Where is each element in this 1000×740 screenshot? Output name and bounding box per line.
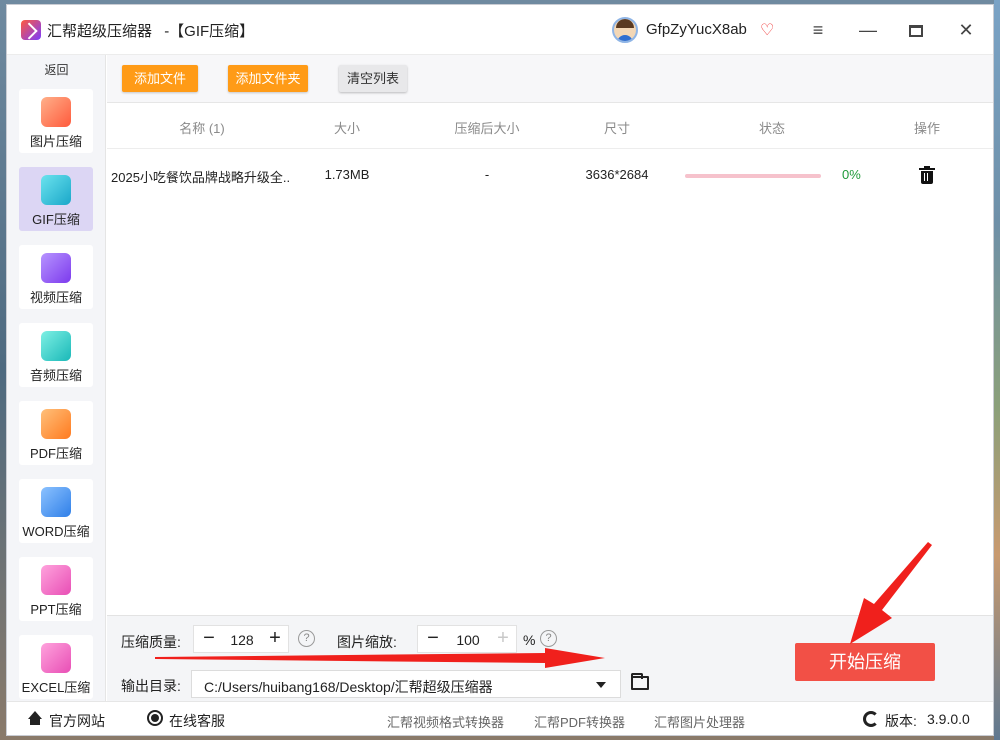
sidebar-item-pdf[interactable]: PDF压缩: [19, 401, 93, 465]
audio-icon: [41, 331, 71, 361]
status-bar: 官方网站 在线客服 汇帮视频格式转换器 汇帮PDF转换器 汇帮图片处理器 版本:…: [7, 701, 993, 735]
sidebar-item-video[interactable]: 视频压缩: [19, 245, 93, 309]
video-converter-link[interactable]: 汇帮视频格式转换器: [387, 712, 504, 731]
toolbar: 添加文件 添加文件夹 清空列表: [107, 55, 993, 103]
column-header-dimensions[interactable]: 尺寸: [577, 118, 657, 137]
desktop-background: [994, 0, 1000, 740]
sidebar-item-ppt[interactable]: PPT压缩: [19, 557, 93, 621]
sidebar-item-gif[interactable]: GIF压缩: [19, 167, 93, 231]
compressed-size-cell: -: [484, 167, 490, 182]
dimensions-cell: 3636*2684: [585, 167, 649, 182]
image-processor-link[interactable]: 汇帮图片处理器: [654, 712, 745, 731]
table-row[interactable]: 2025小吃餐饮品牌战略升级全... 1.73MB - 3636*2684 0%: [107, 150, 993, 200]
image-icon: [41, 97, 71, 127]
sidebar-item-image[interactable]: 图片压缩: [19, 89, 93, 153]
progress-percent: 0%: [842, 167, 861, 182]
column-header-name[interactable]: 名称 (1): [147, 118, 257, 137]
column-header-status: 状态: [758, 121, 785, 136]
sidebar-item-label: GIF压缩: [32, 212, 80, 227]
sidebar-item-label: PDF压缩: [29, 446, 82, 461]
sidebar-item-word[interactable]: WORD压缩: [19, 479, 93, 543]
ppt-icon: [41, 565, 71, 595]
quality-help-icon[interactable]: ?: [298, 630, 315, 647]
back-button[interactable]: 返回: [7, 61, 106, 78]
add-file-button[interactable]: 添加文件: [122, 65, 198, 92]
app-logo-icon: [21, 20, 41, 40]
output-dir-label: 输出目录:: [121, 678, 181, 694]
avatar[interactable]: [612, 17, 638, 43]
progress-bar: [685, 174, 821, 178]
customer-service-icon: [147, 710, 163, 726]
file-table-header: 名称 (1) 大小 压缩后大小 尺寸 状态 操作: [107, 103, 993, 149]
window-title: 汇帮超级压缩器 -【GIF压缩】: [47, 20, 254, 41]
vip-diamond-icon[interactable]: ♡: [760, 20, 774, 40]
refresh-icon[interactable]: [863, 711, 879, 727]
file-size-cell: 1.73MB: [324, 167, 370, 182]
chevron-down-icon[interactable]: [596, 682, 606, 688]
title-suffix: -【GIF压缩】: [164, 23, 255, 40]
word-icon: [41, 487, 71, 517]
pdf-converter-link[interactable]: 汇帮PDF转换器: [534, 712, 625, 731]
menu-icon[interactable]: ≡: [805, 17, 831, 43]
app-name: 汇帮超级压缩器: [47, 23, 153, 40]
sidebar-item-label: PPT压缩: [30, 602, 82, 617]
folder-open-icon[interactable]: [631, 673, 649, 690]
sidebar-item-label: 图片压缩: [29, 134, 82, 149]
user-name[interactable]: GfpZyYucX8ab: [646, 21, 747, 38]
scale-help-icon[interactable]: ?: [540, 630, 557, 647]
sidebar: 返回 图片压缩 GIF压缩 视频压缩 音频压缩 PDF压缩 WORD压缩 PPT…: [7, 55, 106, 701]
title-bar: 汇帮超级压缩器 -【GIF压缩】 GfpZyYucX8ab ♡ ≡ — ✕: [7, 5, 993, 55]
sidebar-item-audio[interactable]: 音频压缩: [19, 323, 93, 387]
version-number: 3.9.0.0: [927, 711, 970, 727]
sidebar-item-label: 视频压缩: [29, 290, 82, 305]
file-name-cell: 2025小吃餐饮品牌战略升级全...: [111, 170, 291, 185]
sidebar-item-label: EXCEL压缩: [21, 680, 91, 695]
column-header-compressed-size[interactable]: 压缩后大小: [437, 118, 537, 137]
output-dir-select[interactable]: C:/Users/huibang168/Desktop/汇帮超级压缩器: [191, 670, 621, 698]
official-website-link[interactable]: 官方网站: [49, 711, 105, 731]
minimize-icon[interactable]: —: [855, 17, 881, 43]
quality-value[interactable]: 128: [222, 632, 262, 648]
online-support-link[interactable]: 在线客服: [169, 711, 225, 731]
video-icon: [41, 253, 71, 283]
pdf-icon: [41, 409, 71, 439]
trash-icon[interactable]: [919, 166, 935, 184]
column-header-action: 操作: [913, 121, 940, 136]
scale-value[interactable]: 100: [446, 632, 490, 648]
sidebar-item-excel[interactable]: EXCEL压缩: [19, 635, 93, 699]
close-icon[interactable]: ✕: [953, 17, 979, 43]
gif-icon: [41, 175, 71, 205]
maximize-icon[interactable]: [903, 17, 929, 43]
annotation-arrow-diagonal: [850, 542, 932, 644]
add-folder-button[interactable]: 添加文件夹: [228, 65, 308, 92]
sidebar-item-label: 音频压缩: [29, 368, 82, 383]
version-label: 版本:: [885, 713, 917, 729]
scale-unit: %: [523, 632, 536, 648]
annotation-arrow-horizontal: [155, 648, 605, 668]
excel-icon: [41, 643, 71, 673]
sidebar-item-label: WORD压缩: [22, 524, 90, 539]
output-dir-value: C:/Users/huibang168/Desktop/汇帮超级压缩器: [204, 679, 493, 695]
column-header-size[interactable]: 大小: [307, 118, 387, 137]
home-icon: [27, 711, 43, 726]
clear-list-button[interactable]: 清空列表: [339, 65, 407, 92]
